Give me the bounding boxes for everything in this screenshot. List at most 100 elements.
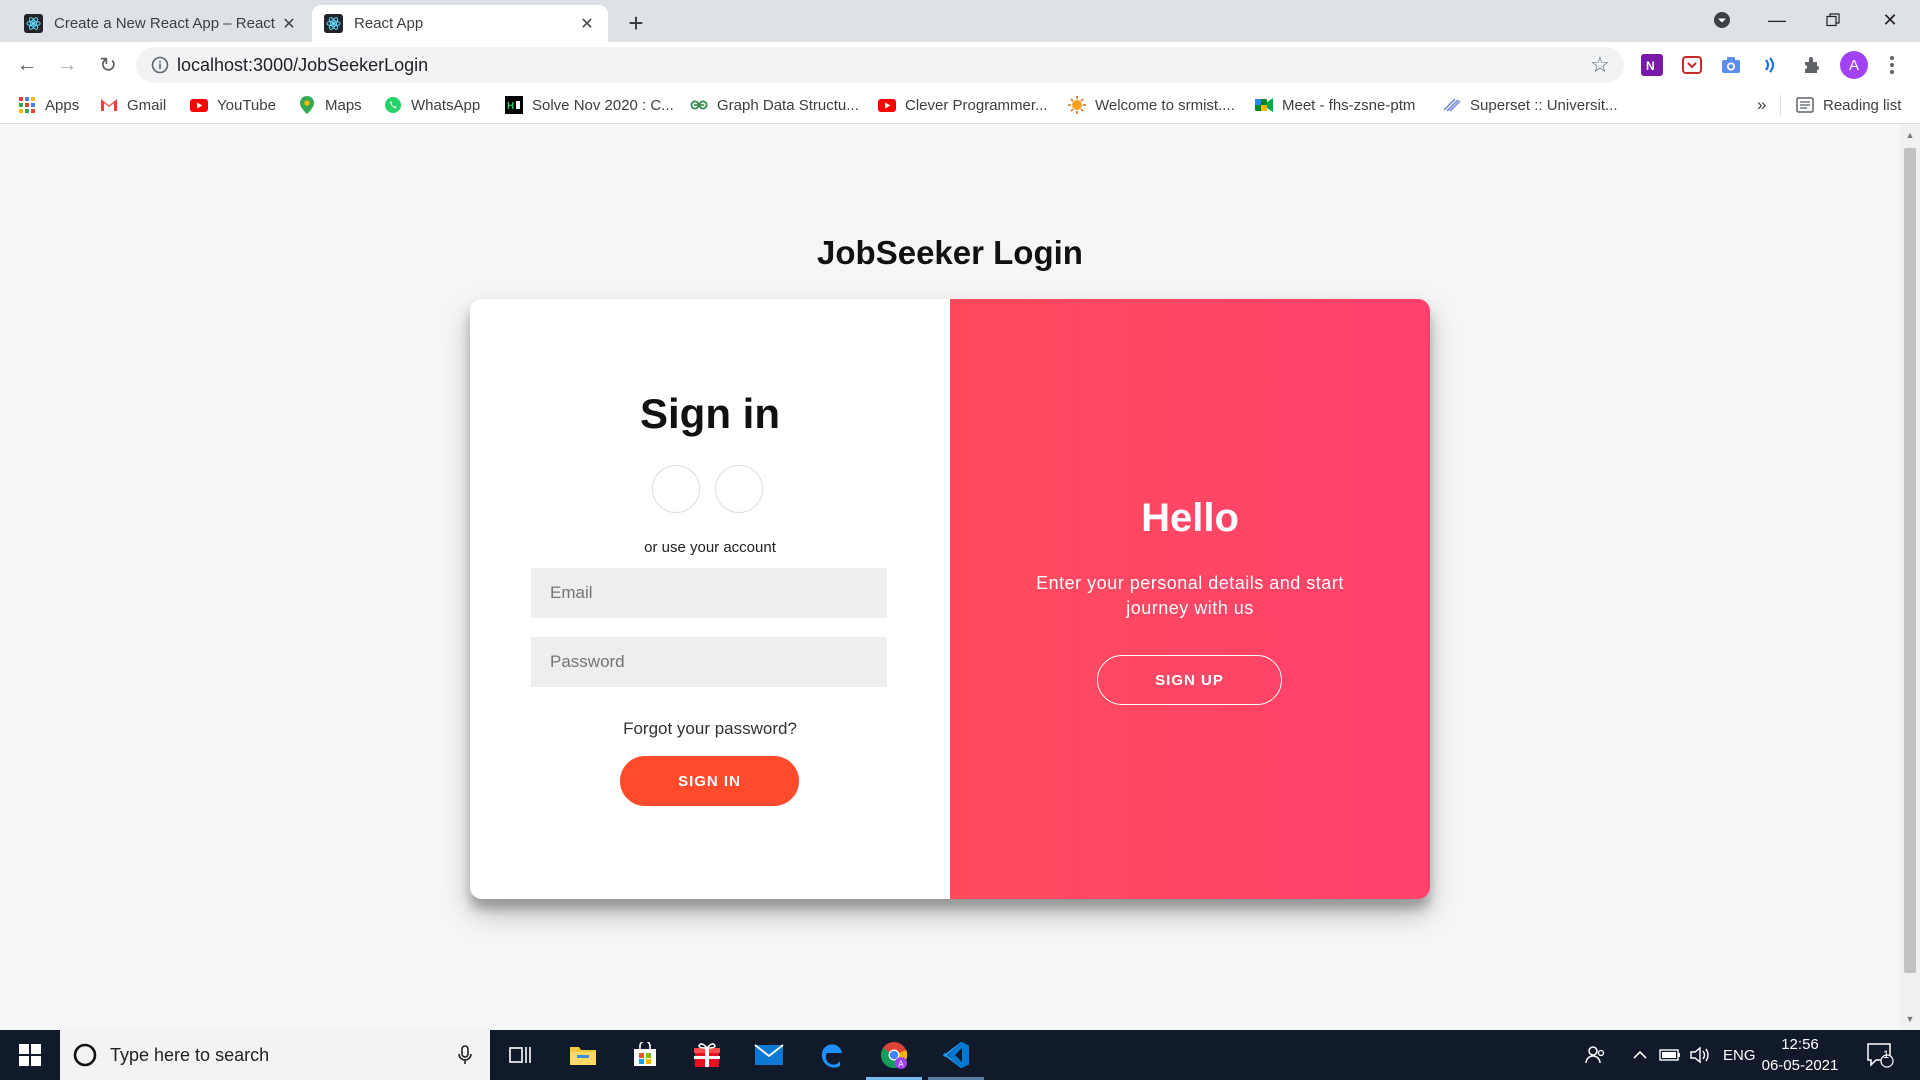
show-hidden-icons-chevron-icon[interactable] bbox=[1632, 1030, 1648, 1080]
email-field[interactable] bbox=[531, 568, 887, 618]
use-account-text: or use your account bbox=[644, 539, 776, 556]
arrow-left-icon: ← bbox=[16, 53, 38, 76]
bookmark-label: Gmail bbox=[127, 96, 167, 114]
sign-in-title: Sign in bbox=[640, 390, 780, 437]
tab-title: React App bbox=[354, 15, 424, 32]
taskbar-search-box[interactable]: Type here to search bbox=[60, 1030, 490, 1080]
youtube-icon bbox=[878, 96, 896, 114]
start-button[interactable] bbox=[0, 1030, 60, 1080]
hackerrank-icon: H bbox=[505, 96, 523, 114]
bookmark-geeksforgeeks[interactable]: Graph Data Structu... bbox=[690, 88, 859, 122]
people-icon[interactable] bbox=[1584, 1030, 1606, 1080]
bookmark-hackerrank[interactable]: H Solve Nov 2020 : C... bbox=[505, 88, 674, 122]
volume-icon[interactable] bbox=[1689, 1030, 1711, 1080]
bookmark-srmist[interactable]: Welcome to srmist.... bbox=[1068, 88, 1235, 122]
notification-center-button[interactable]: 1 bbox=[1866, 1030, 1894, 1080]
minimize-icon: — bbox=[1768, 9, 1786, 30]
back-button[interactable]: ← bbox=[13, 51, 41, 79]
geeksforgeeks-icon bbox=[690, 96, 708, 114]
onenote-extension-icon[interactable]: N bbox=[1640, 53, 1664, 77]
bookmark-gmail[interactable]: Gmail bbox=[100, 88, 166, 122]
social-login-button[interactable] bbox=[715, 465, 763, 513]
clock-date: 06-05-2021 bbox=[1761, 1057, 1839, 1074]
overlay-title: Hello bbox=[1141, 496, 1239, 540]
bookmark-label: Maps bbox=[325, 96, 362, 114]
extensions-puzzle-icon[interactable] bbox=[1800, 53, 1824, 77]
maps-icon bbox=[298, 96, 316, 114]
bookmarks-overflow-button[interactable]: » bbox=[1757, 88, 1766, 122]
microsoft-store-icon[interactable] bbox=[628, 1038, 662, 1072]
bookmark-meet[interactable]: Meet - fhs-zsne-ptm bbox=[1255, 88, 1415, 122]
chevron-down-circle-icon bbox=[1714, 12, 1730, 28]
sign-in-panel: Sign in or use your account Forgot your … bbox=[470, 299, 950, 899]
social-login-button[interactable] bbox=[652, 465, 700, 513]
language-indicator[interactable]: ENG bbox=[1723, 1030, 1756, 1080]
info-icon[interactable] bbox=[150, 55, 170, 75]
react-icon bbox=[324, 14, 343, 33]
reload-icon: ↻ bbox=[99, 53, 117, 77]
restore-icon bbox=[1826, 13, 1840, 27]
page-title: JobSeeker Login bbox=[817, 234, 1083, 271]
bookmark-superset[interactable]: Superset :: Universit... bbox=[1443, 88, 1618, 122]
menu-kebab-icon[interactable] bbox=[1880, 53, 1904, 77]
read-aloud-extension-icon[interactable] bbox=[1759, 53, 1783, 77]
mail-icon[interactable] bbox=[752, 1038, 786, 1072]
address-bar[interactable]: localhost:3000/JobSeekerLogin ☆ bbox=[136, 47, 1624, 83]
bookmark-label: Clever Programmer... bbox=[905, 96, 1048, 114]
browser-toolbar: ← → ↻ localhost:3000/JobSeekerLogin ☆ N … bbox=[0, 42, 1920, 88]
gmail-icon bbox=[100, 96, 118, 114]
tab-search-button[interactable] bbox=[1702, 6, 1742, 34]
sign-up-button[interactable]: SIGN UP bbox=[1097, 655, 1282, 705]
microphone-icon[interactable] bbox=[454, 1044, 476, 1066]
close-window-button[interactable]: ✕ bbox=[1870, 6, 1910, 34]
file-explorer-icon[interactable] bbox=[566, 1038, 600, 1072]
minimize-button[interactable]: — bbox=[1757, 6, 1797, 34]
page-viewport: JobSeeker Login Sign in or use your acco… bbox=[0, 124, 1900, 1030]
bookmark-clever-programmer[interactable]: Clever Programmer... bbox=[878, 88, 1048, 122]
bookmark-label: YouTube bbox=[217, 96, 276, 114]
battery-icon[interactable] bbox=[1659, 1030, 1681, 1080]
tab-create-react-app[interactable]: Create a New React App – React ✕ bbox=[12, 5, 310, 42]
tab-title: Create a New React App – React bbox=[54, 15, 275, 32]
chrome-icon[interactable]: A bbox=[877, 1038, 911, 1072]
bookmark-youtube[interactable]: YouTube bbox=[190, 88, 276, 122]
scroll-down-icon[interactable]: ▼ bbox=[1905, 1014, 1915, 1024]
bookmark-whatsapp[interactable]: WhatsApp bbox=[384, 88, 480, 122]
bookmark-label: Superset :: Universit... bbox=[1470, 96, 1618, 114]
sign-in-button[interactable]: SIGN IN bbox=[620, 756, 799, 806]
close-icon: ✕ bbox=[1882, 9, 1898, 30]
bookmark-star-icon[interactable]: ☆ bbox=[1588, 52, 1612, 77]
gift-app-icon[interactable] bbox=[690, 1038, 724, 1072]
profile-avatar[interactable]: A bbox=[1840, 51, 1868, 79]
arrow-right-icon: → bbox=[56, 53, 78, 76]
svg-text:N: N bbox=[1646, 59, 1655, 73]
pocket-extension-icon[interactable] bbox=[1680, 53, 1704, 77]
forward-button[interactable]: → bbox=[53, 51, 81, 79]
reload-button[interactable]: ↻ bbox=[94, 51, 122, 79]
edge-browser-icon[interactable] bbox=[815, 1038, 849, 1072]
clock-time: 12:56 bbox=[1781, 1036, 1819, 1053]
bookmark-label: Welcome to srmist.... bbox=[1095, 96, 1235, 114]
svg-text:H: H bbox=[507, 101, 514, 112]
camera-extension-icon[interactable] bbox=[1719, 53, 1743, 77]
page-scrollbar[interactable]: ▲ ▼ bbox=[1900, 124, 1920, 1030]
close-tab-icon[interactable]: ✕ bbox=[578, 15, 596, 33]
close-tab-icon[interactable]: ✕ bbox=[280, 15, 298, 33]
bookmark-apps[interactable]: Apps bbox=[18, 88, 79, 122]
vscode-icon[interactable] bbox=[939, 1038, 973, 1072]
new-tab-button[interactable]: + bbox=[622, 8, 650, 38]
react-icon bbox=[24, 14, 43, 33]
url-text[interactable]: localhost:3000/JobSeekerLogin bbox=[177, 47, 428, 83]
task-view-icon[interactable] bbox=[503, 1038, 537, 1072]
scroll-thumb[interactable] bbox=[1904, 148, 1916, 973]
superset-icon bbox=[1443, 96, 1461, 114]
scroll-up-icon[interactable]: ▲ bbox=[1905, 130, 1915, 140]
password-field[interactable] bbox=[531, 637, 887, 687]
sign-up-overlay: Hello Enter your personal details and st… bbox=[950, 299, 1430, 899]
forgot-password-link[interactable]: Forgot your password? bbox=[470, 719, 950, 739]
reading-list-button[interactable]: Reading list bbox=[1796, 88, 1901, 122]
tab-react-app[interactable]: React App ✕ bbox=[312, 5, 608, 42]
restore-button[interactable] bbox=[1813, 6, 1853, 34]
bookmark-maps[interactable]: Maps bbox=[298, 88, 362, 122]
taskbar-clock[interactable]: 12:56 06-05-2021 bbox=[1755, 1034, 1845, 1076]
